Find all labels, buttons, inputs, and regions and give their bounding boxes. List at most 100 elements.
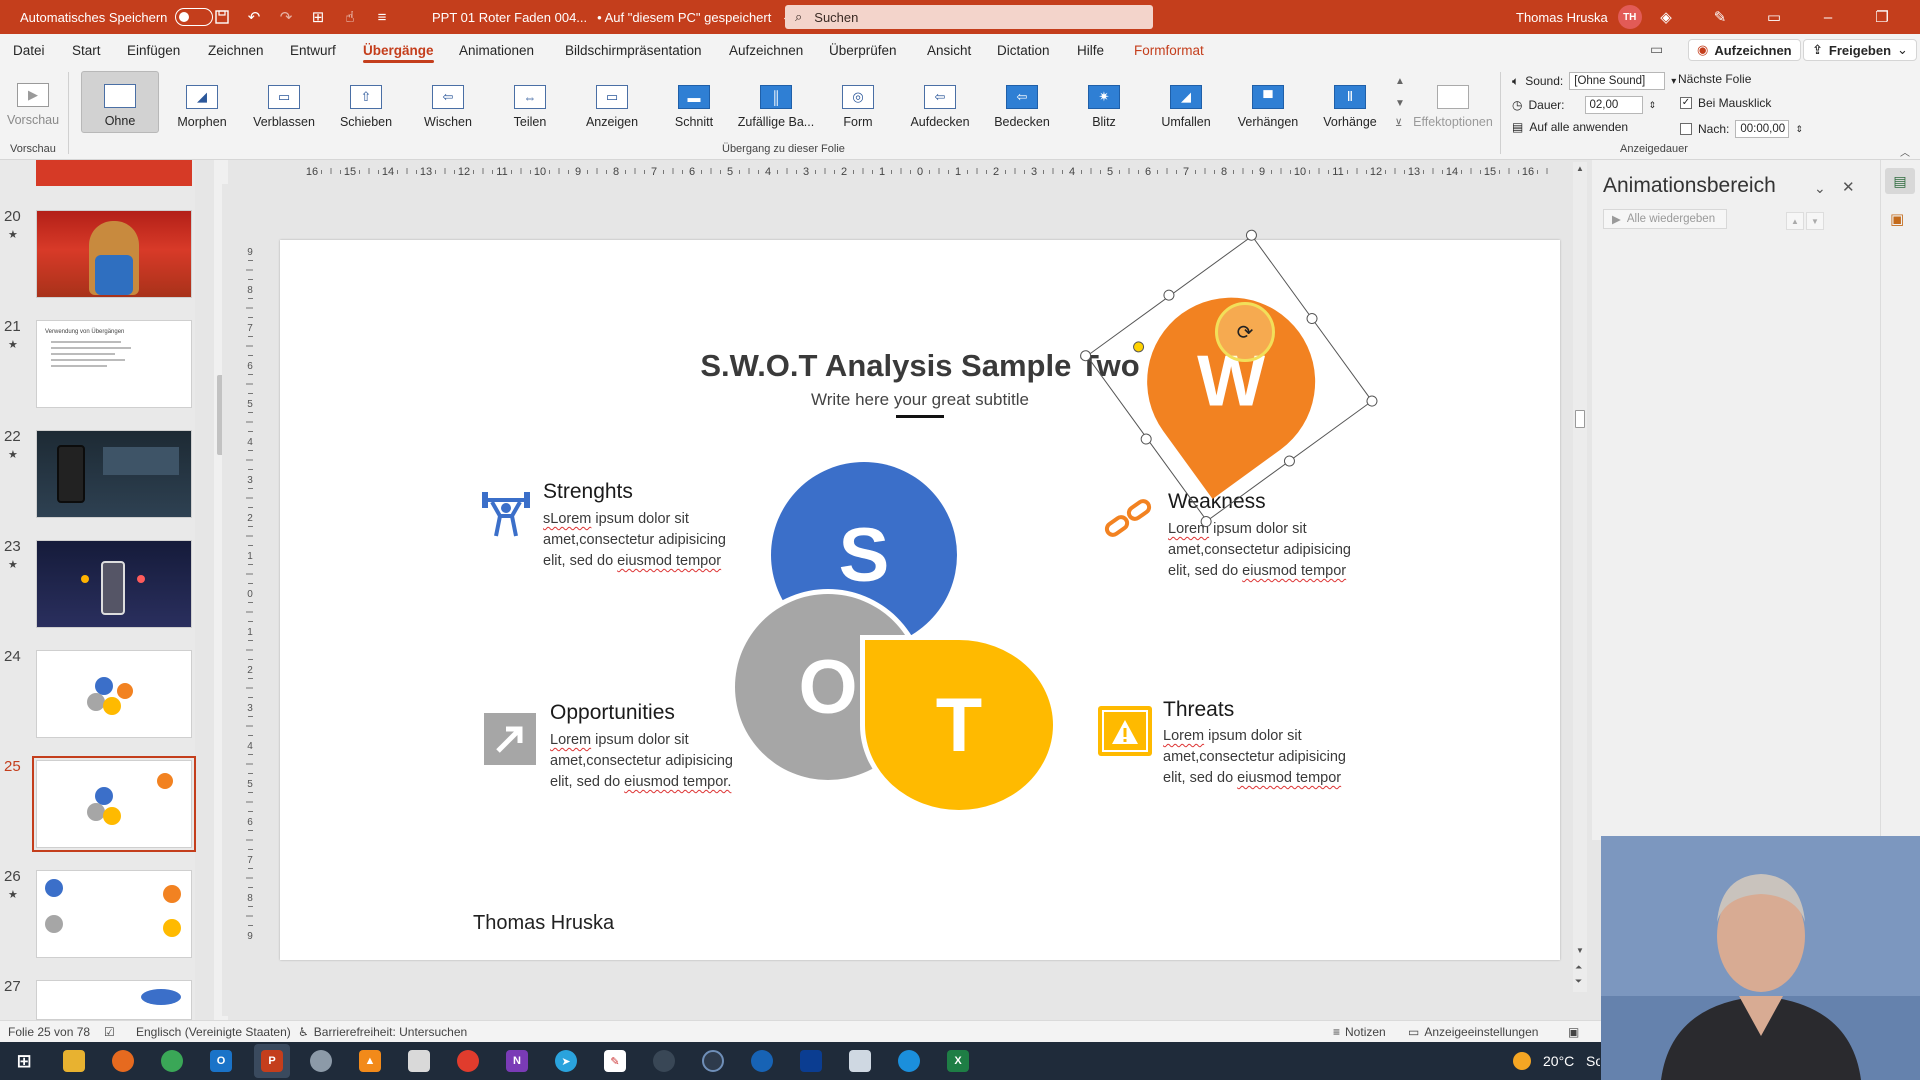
present-icon[interactable]: ⊞: [308, 7, 328, 27]
chevron-down-icon[interactable]: ▾: [1671, 76, 1676, 87]
app-icon-14[interactable]: [702, 1050, 724, 1072]
tab-bildschirmpraesentation[interactable]: Bildschirmpräsentation: [565, 34, 702, 66]
slide-thumb-27[interactable]: [36, 980, 192, 1020]
record-button[interactable]: ◉ Aufzeichnen: [1688, 39, 1801, 61]
transition-14[interactable]: ◢ Umfallen: [1147, 71, 1225, 133]
avatar[interactable]: TH: [1617, 5, 1642, 29]
tab-hilfe[interactable]: Hilfe: [1077, 34, 1104, 66]
weather-temperature[interactable]: 20°C: [1543, 1053, 1574, 1069]
opportunities-body[interactable]: Lorem ipsum dolor sit amet,consectetur a…: [550, 730, 750, 793]
firefox-icon[interactable]: [112, 1050, 134, 1072]
close-icon[interactable]: ✕: [1842, 178, 1855, 196]
weakness-body[interactable]: Lorem ipsum dolor sit amet,consectetur a…: [1168, 519, 1368, 582]
slide-counter[interactable]: Folie 25 von 78: [8, 1025, 90, 1039]
after-input[interactable]: 00:00,00: [1735, 120, 1790, 138]
pen-icon[interactable]: ✎: [1710, 7, 1730, 27]
touch-mode-icon[interactable]: ☝: [340, 7, 360, 27]
slide-thumb-23[interactable]: [36, 540, 192, 628]
chrome-icon[interactable]: [161, 1050, 183, 1072]
tab-aufzeichnen[interactable]: Aufzeichnen: [729, 34, 803, 66]
document-title[interactable]: PPT 01 Roter Faden 004...: [432, 10, 587, 25]
weather-text[interactable]: Sor: [1586, 1053, 1600, 1069]
play-all-button[interactable]: ▶ Alle wiedergeben: [1603, 209, 1727, 229]
tab-entwurf[interactable]: Entwurf: [290, 34, 336, 66]
canvas-scroll-thumb[interactable]: [1575, 410, 1585, 428]
current-slide[interactable]: S.W.O.T Analysis Sample Two Write here y…: [280, 227, 1560, 960]
transition-1[interactable]: Ohne: [81, 71, 159, 133]
duration-spinner-icon[interactable]: ⇕: [1649, 100, 1657, 111]
threats-body[interactable]: Lorem ipsum dolor sit amet,consectetur a…: [1163, 726, 1363, 789]
strengths-title[interactable]: Strenghts: [543, 480, 633, 504]
transition-6[interactable]: ⇔ Teilen: [491, 71, 569, 133]
apply-all-button[interactable]: Auf alle anwenden: [1529, 120, 1628, 134]
on-click-checkbox[interactable]: ✓: [1680, 97, 1692, 109]
restore-icon[interactable]: ❐: [1872, 7, 1892, 27]
t-circle[interactable]: T: [865, 640, 1053, 810]
transition-5[interactable]: ⇦ Wischen: [409, 71, 487, 133]
app-icon-12[interactable]: ✎: [604, 1050, 626, 1072]
slide-thumb-26[interactable]: [36, 870, 192, 958]
gallery-down-icon[interactable]: ▼: [1395, 98, 1405, 109]
slide-title[interactable]: S.W.O.T Analysis Sample Two: [280, 348, 1560, 384]
outlook-icon[interactable]: O: [210, 1050, 232, 1072]
transition-11[interactable]: ⇦ Aufdecken: [901, 71, 979, 133]
app-icon-6[interactable]: [310, 1050, 332, 1072]
tab-formformat[interactable]: Formformat: [1134, 34, 1204, 66]
app-icon-13[interactable]: [653, 1050, 675, 1072]
spellcheck-icon[interactable]: ☑: [104, 1025, 115, 1039]
minimize-icon[interactable]: –: [1818, 7, 1838, 27]
slide-thumb-24[interactable]: [36, 650, 192, 738]
notes-button[interactable]: Notizen: [1345, 1025, 1386, 1039]
move-up-icon[interactable]: ▲: [1786, 212, 1804, 230]
language-status[interactable]: Englisch (Vereinigte Staaten): [136, 1025, 291, 1039]
excel-icon[interactable]: X: [947, 1050, 969, 1072]
transition-9[interactable]: ║ Zufällige Ba...: [737, 71, 815, 133]
opportunities-title[interactable]: Opportunities: [550, 701, 675, 725]
file-explorer-icon[interactable]: [63, 1050, 85, 1072]
design-ideas-icon[interactable]: ▣: [1890, 210, 1904, 228]
prev-slide-icon[interactable]: ⏶: [1575, 962, 1582, 973]
autosave[interactable]: Automatisches Speichern: [20, 0, 214, 34]
customize-toolbar-icon[interactable]: ≡: [372, 7, 392, 27]
after-checkbox[interactable]: [1680, 123, 1692, 135]
onenote-icon[interactable]: N: [506, 1050, 528, 1072]
gallery-more-icon[interactable]: ⊻: [1395, 118, 1402, 129]
transition-7[interactable]: ▭ Anzeigen: [573, 71, 651, 133]
transition-16[interactable]: Ⅱ Vorhänge: [1311, 71, 1389, 133]
undo-icon[interactable]: ↶: [244, 7, 264, 27]
transition-3[interactable]: ▭ Verblassen: [245, 71, 323, 133]
after-spinner-icon[interactable]: ⇕: [1795, 124, 1803, 135]
slide-thumb-25[interactable]: [32, 756, 196, 852]
redo-icon[interactable]: ↷: [276, 7, 296, 27]
move-down-icon[interactable]: ▼: [1806, 212, 1824, 230]
w-circle[interactable]: W: [1113, 264, 1349, 499]
search-input[interactable]: ⌕ Suchen: [785, 5, 1153, 29]
preview-button[interactable]: ▶ Vorschau: [2, 69, 64, 131]
tab-datei[interactable]: Datei: [13, 34, 45, 66]
canvas-scrollbar[interactable]: ▲ ▼ ⏶ ⏷: [1573, 162, 1587, 992]
tab-ansicht[interactable]: Ansicht: [927, 34, 971, 66]
tab-dictation[interactable]: Dictation: [997, 34, 1050, 66]
user-name[interactable]: Thomas Hruska: [1516, 10, 1608, 25]
edge-icon[interactable]: [898, 1050, 920, 1072]
tab-zeichnen[interactable]: Zeichnen: [208, 34, 264, 66]
autosave-toggle[interactable]: [175, 8, 214, 26]
effect-options-button[interactable]: Effektoptionen: [1413, 71, 1493, 133]
slide-thumb-22[interactable]: [36, 430, 192, 518]
slide-thumb-21[interactable]: Verwendung von Übergängen: [36, 320, 192, 408]
author-name[interactable]: Thomas Hruska: [473, 912, 614, 935]
save-icon[interactable]: [212, 7, 232, 27]
scroll-down-icon[interactable]: ▼: [1576, 946, 1584, 955]
transition-15[interactable]: ▀ Verhängen: [1229, 71, 1307, 133]
collapse-ribbon-icon[interactable]: ︿: [1900, 144, 1910, 159]
sound-select[interactable]: [Ohne Sound]: [1569, 72, 1666, 90]
windows-start-icon[interactable]: ⊞: [13, 1050, 35, 1072]
chevron-down-icon[interactable]: ⌄: [1814, 180, 1826, 197]
app-icon-15[interactable]: [751, 1050, 773, 1072]
tab-uebergaenge[interactable]: Übergänge: [363, 34, 434, 66]
strengths-body[interactable]: sLorem ipsum dolor sit amet,consectetur …: [543, 509, 743, 572]
app-icon-9[interactable]: [457, 1050, 479, 1072]
transition-4[interactable]: ⇧ Schieben: [327, 71, 405, 133]
normal-view-icon[interactable]: ▣: [1568, 1025, 1579, 1039]
tab-animationen[interactable]: Animationen: [459, 34, 534, 66]
